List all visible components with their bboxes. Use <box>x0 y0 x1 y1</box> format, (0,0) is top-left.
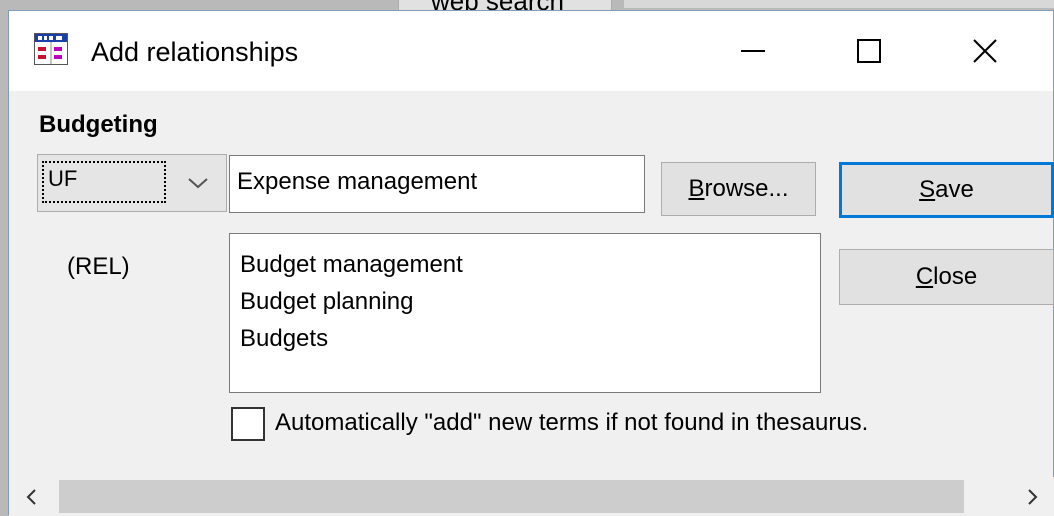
list-item[interactable]: Budget management <box>240 246 820 283</box>
chevron-left-icon <box>26 488 36 505</box>
chevron-right-icon <box>1028 488 1038 505</box>
list-item[interactable]: Budget planning <box>240 283 820 320</box>
scroll-left-button[interactable] <box>9 477 53 516</box>
scroll-right-button[interactable] <box>1011 477 1054 516</box>
thesaurus-app-icon <box>34 33 68 65</box>
chevron-down-icon <box>188 178 208 189</box>
close-window-button[interactable] <box>927 11 1043 91</box>
browse-button[interactable]: Browse... <box>661 162 816 216</box>
auto-add-checkbox-label[interactable]: Automatically "add" new terms if not fou… <box>275 409 868 437</box>
window-title: Add relationships <box>91 37 299 67</box>
maximize-icon <box>857 39 881 63</box>
relationship-type-dropdown[interactable]: UF <box>37 154 227 212</box>
background-window <box>624 0 1054 8</box>
minimize-icon <box>741 50 765 52</box>
save-button[interactable]: Save <box>839 162 1054 218</box>
close-button-mnemonic: C <box>915 263 934 290</box>
horizontal-scrollbar[interactable] <box>9 477 1054 516</box>
browse-button-label: rowse... <box>704 175 789 202</box>
save-button-label: ave <box>935 176 974 203</box>
maximize-button[interactable] <box>811 11 927 91</box>
browse-button-mnemonic: B <box>688 175 705 202</box>
related-terms-list[interactable]: Budget management Budget planning Budget… <box>229 233 821 393</box>
rel-label: (REL) <box>67 253 130 280</box>
close-button-label: lose <box>933 263 978 290</box>
add-relationships-dialog: Add relationships Budgeting UF Expense m… <box>8 10 1054 516</box>
close-button[interactable]: Close <box>839 249 1054 305</box>
list-item[interactable]: Budgets <box>240 320 820 357</box>
group-label: Budgeting <box>39 111 158 138</box>
title-bar[interactable]: Add relationships <box>9 11 1053 91</box>
relationship-type-value: UF <box>42 161 166 203</box>
term-input[interactable]: Expense management <box>229 155 645 213</box>
auto-add-checkbox[interactable] <box>231 407 265 441</box>
minimize-button[interactable] <box>695 11 811 91</box>
save-button-mnemonic: S <box>919 176 936 203</box>
close-icon <box>973 39 997 63</box>
scrollbar-thumb[interactable] <box>59 480 964 513</box>
